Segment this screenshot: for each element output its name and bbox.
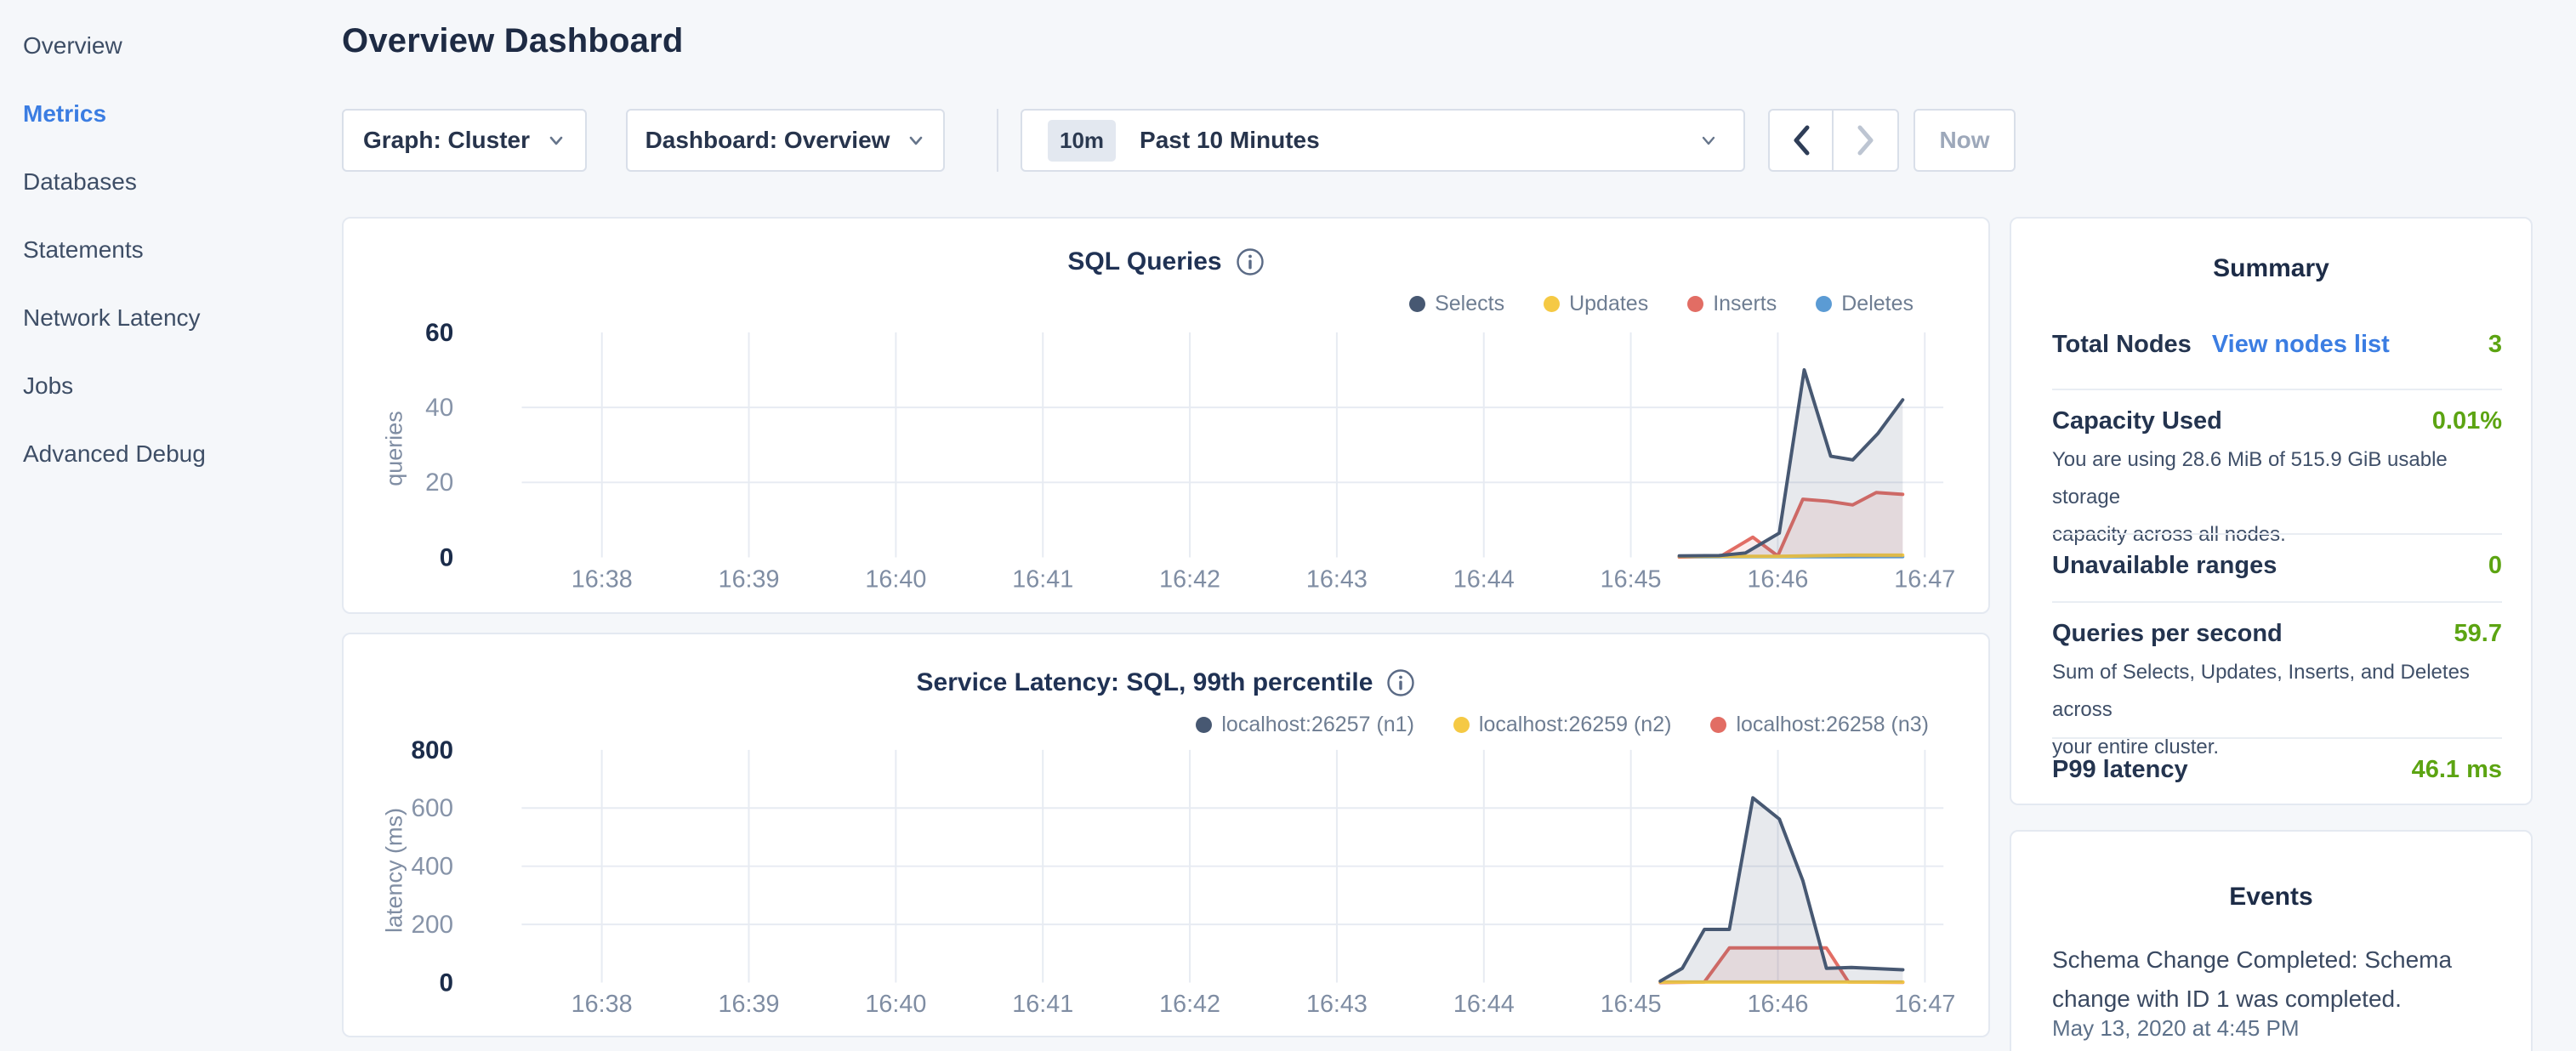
sidebar-item-statements[interactable]: Statements — [23, 216, 340, 284]
x-tick-label: 16:45 — [1601, 991, 1662, 1018]
x-tick-label: 16:43 — [1306, 991, 1368, 1018]
p99-latency-value: 46.1 ms — [2412, 756, 2502, 784]
sidebar-item-advanced-debug[interactable]: Advanced Debug — [23, 420, 340, 488]
service-latency-chart-panel: Service Latency: SQL, 99th percentile lo… — [342, 633, 1990, 1037]
sql-queries-chart[interactable]: 0 20 40 60 16:38 16:39 16:40 16:41 16:42 16:43 16:… — [344, 219, 1988, 612]
toolbar: Graph: Cluster Dashboard: Overview 10m P… — [342, 109, 2043, 172]
x-tick-label: 16:41 — [1012, 991, 1073, 1018]
x-tick-label: 16:46 — [1748, 991, 1809, 1018]
total-nodes-value: 3 — [2488, 331, 2502, 359]
x-tick-label: 16:44 — [1453, 991, 1515, 1018]
sql-queries-chart-panel: SQL Queries SelectsUpdatesInsertsDeletes… — [342, 217, 1990, 614]
now-button[interactable]: Now — [1914, 109, 2016, 172]
time-window-badge: 10m — [1048, 120, 1116, 162]
event-item-timestamp: May 13, 2020 at 4:45 PM — [2052, 1015, 2300, 1042]
queries-per-second-label: Queries per second — [2052, 620, 2283, 648]
y-tick-label: 400 — [411, 853, 453, 881]
x-tick-label: 16:42 — [1159, 991, 1220, 1018]
dashboard-label: Dashboard: Overview — [645, 127, 890, 154]
y-tick-label: 20 — [425, 469, 453, 497]
next-time-window-button[interactable] — [1834, 111, 1897, 170]
summary-row-total-nodes: Total Nodes View nodes list 3 — [2052, 331, 2502, 359]
chevron-left-icon — [1790, 124, 1812, 156]
divider — [2052, 533, 2502, 535]
sidebar-item-databases[interactable]: Databases — [23, 148, 340, 216]
chevron-down-icon — [547, 131, 566, 150]
x-tick-label: 16:40 — [865, 991, 926, 1018]
x-tick-label: 16:47 — [1894, 565, 1955, 593]
unavailable-ranges-value: 0 — [2488, 552, 2502, 580]
capacity-description: You are using 28.6 MiB of 515.9 GiB usab… — [2052, 441, 2516, 554]
x-tick-label: 16:38 — [571, 991, 633, 1018]
x-tick-label: 16:39 — [719, 565, 780, 593]
sidebar-item-overview[interactable]: Overview — [23, 12, 340, 80]
x-tick-label: 16:47 — [1894, 991, 1955, 1018]
x-tick-label: 16:38 — [571, 565, 633, 593]
event-item-text[interactable]: Schema Change Completed: Schema change w… — [2052, 940, 2460, 1019]
time-window-dropdown[interactable]: 10m Past 10 Minutes — [1021, 109, 1745, 172]
summary-row-unavailable-ranges: Unavailable ranges 0 — [2052, 552, 2502, 580]
chevron-down-icon — [907, 131, 925, 150]
x-tick-label: 16:40 — [865, 565, 926, 593]
y-tick-label: 200 — [411, 911, 453, 939]
y-tick-label: 600 — [411, 794, 453, 822]
summary-panel: Summary Total Nodes View nodes list 3 Ca… — [2010, 217, 2533, 805]
qps-description: Sum of Selects, Updates, Inserts, and De… — [2052, 654, 2516, 766]
events-heading: Events — [2011, 883, 2531, 912]
sidebar-item-jobs[interactable]: Jobs — [23, 352, 340, 420]
summary-row-p99-latency: P99 latency 46.1 ms — [2052, 756, 2502, 784]
divider — [2052, 601, 2502, 603]
x-tick-label: 16:45 — [1601, 565, 1662, 593]
graph-scope-dropdown[interactable]: Graph: Cluster — [342, 109, 587, 172]
queries-per-second-value: 59.7 — [2454, 620, 2502, 648]
unavailable-ranges-label: Unavailable ranges — [2052, 552, 2277, 580]
x-tick-label: 16:46 — [1747, 565, 1808, 593]
graph-scope-label: Graph: Cluster — [363, 127, 530, 154]
x-tick-label: 16:41 — [1012, 565, 1073, 593]
view-nodes-list-link[interactable]: View nodes list — [2212, 331, 2390, 359]
divider — [2052, 737, 2502, 739]
sidebar: Overview Metrics Databases Statements Ne… — [0, 0, 340, 488]
toolbar-divider — [997, 109, 998, 172]
summary-row-capacity: Capacity Used 0.01% — [2052, 407, 2502, 435]
capacity-used-value: 0.01% — [2432, 407, 2502, 435]
service-latency-chart[interactable]: 0 200 400 600 800 16:38 16:39 16:40 16:41 16:42 16… — [344, 634, 1988, 1036]
summary-row-qps: Queries per second 59.7 — [2052, 620, 2502, 648]
capacity-used-label: Capacity Used — [2052, 407, 2222, 435]
divider — [2052, 389, 2502, 390]
dashboard-dropdown[interactable]: Dashboard: Overview — [626, 109, 945, 172]
chevron-right-icon — [1855, 124, 1877, 156]
sidebar-item-network-latency[interactable]: Network Latency — [23, 284, 340, 352]
x-tick-label: 16:42 — [1159, 565, 1220, 593]
page-title: Overview Dashboard — [342, 22, 684, 60]
y-tick-label: 0 — [440, 969, 454, 997]
chevron-down-icon — [1699, 131, 1718, 150]
time-window-label: Past 10 Minutes — [1140, 127, 1320, 154]
y-tick-label: 800 — [411, 736, 453, 764]
summary-heading: Summary — [2011, 254, 2531, 283]
total-nodes-label: Total Nodes — [2052, 331, 2192, 359]
p99-latency-label: P99 latency — [2052, 756, 2188, 784]
y-tick-label: 60 — [425, 319, 453, 347]
y-tick-label: 40 — [425, 394, 453, 422]
x-tick-label: 16:39 — [719, 991, 780, 1018]
time-step-button-group — [1768, 109, 1899, 172]
events-panel: Events Schema Change Completed: Schema c… — [2010, 830, 2533, 1051]
x-tick-label: 16:43 — [1306, 565, 1368, 593]
previous-time-window-button[interactable] — [1770, 111, 1834, 170]
y-tick-label: 0 — [440, 543, 454, 571]
x-tick-label: 16:44 — [1453, 565, 1515, 593]
sidebar-item-metrics[interactable]: Metrics — [23, 80, 340, 148]
metrics-page: Overview Metrics Databases Statements Ne… — [0, 0, 2576, 1051]
